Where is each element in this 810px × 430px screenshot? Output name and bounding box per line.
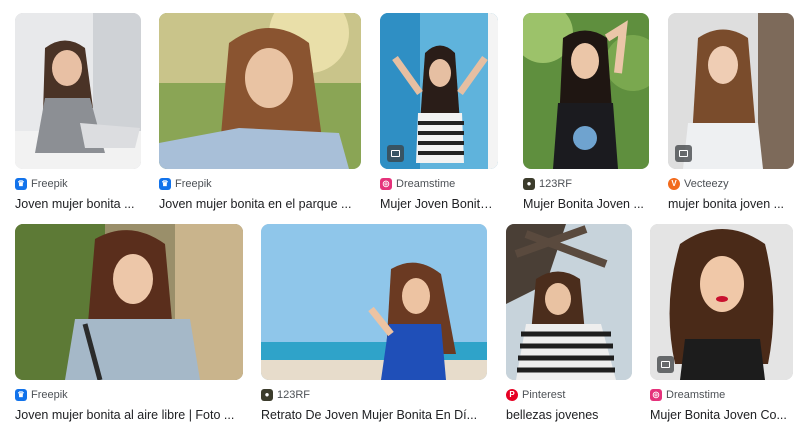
result-thumbnail[interactable] xyxy=(261,224,487,380)
freepik-icon: ♛ xyxy=(15,178,27,190)
image-result-5[interactable]: V Vecteezy mujer bonita joven ... xyxy=(668,13,794,212)
image-result-4[interactable]: ● 123RF Mujer Bonita Joven ... xyxy=(523,13,649,212)
result-title[interactable]: bellezas jovenes xyxy=(506,407,632,423)
source-name: Dreamstime xyxy=(666,389,726,401)
result-source[interactable]: ◎ Dreamstime xyxy=(380,177,498,191)
woman-sitting-photo xyxy=(15,13,141,169)
image-result-6[interactable]: ♛ Freepik Joven mujer bonita al aire lib… xyxy=(15,224,243,423)
woman-beach-photo xyxy=(261,224,487,380)
result-thumbnail[interactable] xyxy=(159,13,361,169)
123rf-icon: ● xyxy=(261,389,273,401)
source-name: Vecteezy xyxy=(684,178,729,190)
result-source[interactable]: ♛ Freepik xyxy=(15,388,243,402)
woman-driftwood-photo xyxy=(506,224,632,380)
result-source[interactable]: P Pinterest xyxy=(506,388,632,402)
source-name: Freepik xyxy=(31,389,68,401)
result-title[interactable]: Joven mujer bonita ... xyxy=(15,196,141,212)
result-title[interactable]: Retrato De Joven Mujer Bonita En Dí... xyxy=(261,407,487,423)
source-name: Dreamstime xyxy=(396,178,456,190)
woman-park-photo xyxy=(159,13,361,169)
result-thumbnail[interactable] xyxy=(506,224,632,380)
freepik-icon: ♛ xyxy=(15,389,27,401)
dreamstime-icon: ◎ xyxy=(650,389,662,401)
result-title[interactable]: mujer bonita joven ... xyxy=(668,196,794,212)
result-source[interactable]: V Vecteezy xyxy=(668,177,794,191)
image-icon xyxy=(387,145,404,162)
source-name: Freepik xyxy=(175,178,212,190)
result-thumbnail[interactable] xyxy=(15,224,243,380)
woman-outdoors-photo xyxy=(15,224,243,380)
image-result-2[interactable]: ♛ Freepik Joven mujer bonita en el parqu… xyxy=(159,13,361,212)
result-source[interactable]: ♛ Freepik xyxy=(15,177,141,191)
woman-garden-photo xyxy=(523,13,649,169)
result-title[interactable]: Mujer Bonita Joven ... xyxy=(523,196,649,212)
image-result-1[interactable]: ♛ Freepik Joven mujer bonita ... xyxy=(15,13,141,212)
result-source[interactable]: ● 123RF xyxy=(261,388,487,402)
image-icon xyxy=(675,145,692,162)
image-icon xyxy=(657,356,674,373)
source-name: 123RF xyxy=(539,178,573,190)
result-thumbnail[interactable] xyxy=(650,224,793,380)
image-result-8[interactable]: P Pinterest bellezas jovenes xyxy=(506,224,632,423)
source-name: Pinterest xyxy=(522,389,566,401)
freepik-icon: ♛ xyxy=(159,178,171,190)
result-thumbnail[interactable] xyxy=(15,13,141,169)
vecteezy-icon: V xyxy=(668,178,680,190)
result-thumbnail[interactable] xyxy=(668,13,794,169)
result-thumbnail[interactable] xyxy=(523,13,649,169)
result-source[interactable]: ◎ Dreamstime xyxy=(650,388,793,402)
pinterest-icon: P xyxy=(506,389,518,401)
result-title[interactable]: Joven mujer bonita en el parque ... xyxy=(159,196,361,212)
source-name: Freepik xyxy=(31,178,68,190)
image-result-3[interactable]: ◎ Dreamstime Mujer Joven Bonita ... xyxy=(380,13,498,212)
result-source[interactable]: ♛ Freepik xyxy=(159,177,361,191)
123rf-icon: ● xyxy=(523,178,535,190)
result-title[interactable]: Joven mujer bonita al aire libre | Foto … xyxy=(15,407,243,423)
result-source[interactable]: ● 123RF xyxy=(523,177,649,191)
image-result-9[interactable]: ◎ Dreamstime Mujer Bonita Joven Co... xyxy=(650,224,793,423)
result-title[interactable]: Mujer Bonita Joven Co... xyxy=(650,407,793,423)
source-name: 123RF xyxy=(277,389,311,401)
result-thumbnail[interactable] xyxy=(380,13,498,169)
result-title[interactable]: Mujer Joven Bonita ... xyxy=(380,196,498,212)
dreamstime-icon: ◎ xyxy=(380,178,392,190)
image-result-7[interactable]: ● 123RF Retrato De Joven Mujer Bonita En… xyxy=(261,224,487,423)
